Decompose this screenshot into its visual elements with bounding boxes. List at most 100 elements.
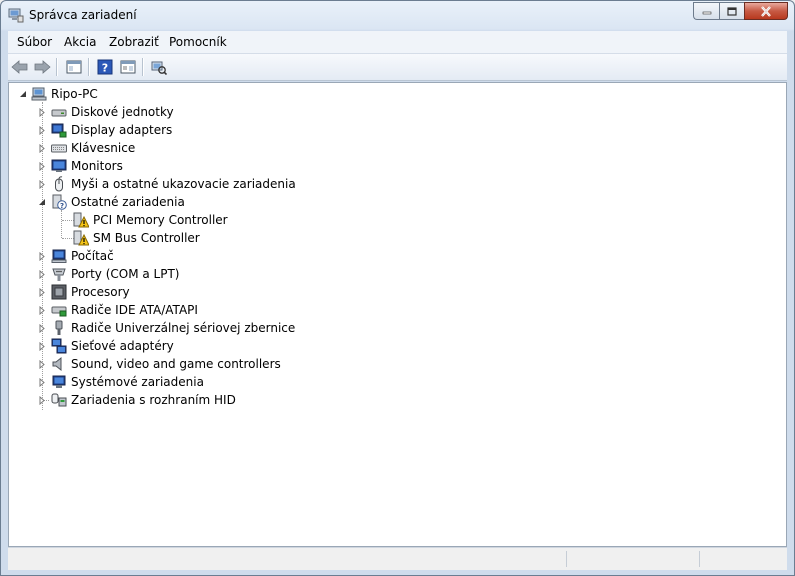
close-icon xyxy=(761,5,771,17)
close-button[interactable] xyxy=(744,2,788,20)
tree-item-label: Klávesnice xyxy=(71,141,136,155)
tree-item-label: Diskové jednotky xyxy=(71,105,174,119)
menu-action[interactable]: Akcia xyxy=(64,35,96,49)
expanded-arrow-icon[interactable] xyxy=(19,90,28,99)
mouse-icon xyxy=(55,176,63,192)
toolbar: ? xyxy=(8,54,787,81)
expanded-arrow-icon[interactable] xyxy=(38,198,47,207)
tree-item-label: Porty (COM a LPT) xyxy=(71,267,180,281)
tree-item-ide-controllers[interactable]: Radiče IDE ATA/ATAPI xyxy=(38,301,198,319)
port-icon xyxy=(52,268,66,281)
keyboard-icon xyxy=(51,144,67,153)
tree-item-label: Display adapters xyxy=(71,123,173,137)
tree-item-label: Monitors xyxy=(71,159,123,173)
tree-guide-line xyxy=(61,210,62,238)
show-hide-console-tree-button[interactable] xyxy=(65,58,83,76)
collapsed-arrow-icon[interactable] xyxy=(38,270,47,279)
warning-device-icon xyxy=(73,212,89,228)
sound-icon xyxy=(52,356,62,372)
tree-item-other-devices[interactable]: ? Ostatné zariadenia xyxy=(38,193,185,211)
tree-child-pci-memory-controller[interactable]: PCI Memory Controller xyxy=(73,211,228,229)
tree-item-label: PCI Memory Controller xyxy=(93,213,228,227)
menu-view[interactable]: Zobraziť xyxy=(109,35,159,49)
processor-icon xyxy=(51,284,67,300)
svg-text:?: ? xyxy=(102,62,108,75)
menu-help[interactable]: Pomocník xyxy=(169,35,227,49)
tree-item-keyboards[interactable]: Klávesnice xyxy=(38,139,135,157)
tree-item-display-adapters[interactable]: Display adapters xyxy=(38,121,172,139)
device-tree[interactable]: Ripo-PC Diskové jednotky Display adapter… xyxy=(8,82,787,547)
title-bar[interactable]: Správca zariadení xyxy=(1,1,794,31)
collapsed-arrow-icon[interactable] xyxy=(38,342,47,351)
unknown-device-icon: ? xyxy=(52,194,67,210)
toolbar-separator xyxy=(56,58,58,76)
tree-item-label: Procesory xyxy=(71,285,130,299)
scan-hardware-icon xyxy=(151,61,167,75)
ide-controller-icon xyxy=(51,306,67,317)
device-manager-window: Správca zariadení Súbor Akcia Zobraziť P… xyxy=(0,0,795,576)
display-adapter-icon xyxy=(51,123,67,138)
tree-item-disk-drives[interactable]: Diskové jednotky xyxy=(38,103,174,121)
collapsed-arrow-icon[interactable] xyxy=(38,108,47,117)
hid-icon xyxy=(51,393,67,407)
tree-item-label: Sound, video and game controllers xyxy=(71,357,281,371)
properties-button[interactable] xyxy=(119,58,137,76)
monitor-icon xyxy=(51,159,67,172)
tree-item-usb-controllers[interactable]: Radiče Univerzálnej sériovej zbernice xyxy=(38,319,295,337)
tree-item-computer[interactable]: Počítač xyxy=(38,247,114,265)
tree-item-label: SM Bus Controller xyxy=(93,231,200,245)
computer-icon xyxy=(51,249,67,263)
minimize-button[interactable] xyxy=(693,2,719,20)
tree-item-processors[interactable]: Procesory xyxy=(38,283,130,301)
tree-item-label: Myši a ostatné ukazovacie zariadenia xyxy=(71,177,296,191)
forward-button[interactable] xyxy=(33,58,51,76)
tree-item-sound-video-game[interactable]: Sound, video and game controllers xyxy=(38,355,281,373)
caption-buttons xyxy=(693,2,788,21)
show-hide-console-tree-icon xyxy=(66,60,82,74)
collapsed-arrow-icon[interactable] xyxy=(38,378,47,387)
collapsed-arrow-icon[interactable] xyxy=(38,252,47,261)
back-icon xyxy=(11,60,28,74)
collapsed-arrow-icon[interactable] xyxy=(38,396,47,405)
usb-icon xyxy=(55,320,63,335)
maximize-button[interactable] xyxy=(719,2,744,20)
tree-root-node[interactable]: Ripo-PC xyxy=(19,85,98,103)
tree-item-monitors[interactable]: Monitors xyxy=(38,157,123,175)
tree-item-hid-devices[interactable]: Zariadenia s rozhraním HID xyxy=(38,391,236,409)
tree-item-system-devices[interactable]: Systémové zariadenia xyxy=(38,373,204,391)
collapsed-arrow-icon[interactable] xyxy=(38,360,47,369)
svg-text:?: ? xyxy=(60,202,64,210)
tree-item-mice[interactable]: Myši a ostatné ukazovacie zariadenia xyxy=(38,175,296,193)
collapsed-arrow-icon[interactable] xyxy=(38,324,47,333)
collapsed-arrow-icon[interactable] xyxy=(38,162,47,171)
collapsed-arrow-icon[interactable] xyxy=(38,180,47,189)
warning-device-icon xyxy=(73,230,89,246)
collapsed-arrow-icon[interactable] xyxy=(38,144,47,153)
collapsed-arrow-icon[interactable] xyxy=(38,306,47,315)
maximize-icon xyxy=(727,6,737,16)
tree-item-label: Radiče Univerzálnej sériovej zbernice xyxy=(71,321,296,335)
back-button[interactable] xyxy=(11,58,29,76)
tree-item-ports[interactable]: Porty (COM a LPT) xyxy=(38,265,179,283)
collapsed-arrow-icon[interactable] xyxy=(38,126,47,135)
tree-root-label: Ripo-PC xyxy=(51,87,98,101)
menu-file[interactable]: Súbor xyxy=(17,35,52,49)
collapsed-arrow-icon[interactable] xyxy=(38,288,47,297)
help-button[interactable]: ? xyxy=(96,58,114,76)
scan-hardware-button[interactable] xyxy=(150,58,168,76)
status-cell xyxy=(566,551,699,567)
tree-child-sm-bus-controller[interactable]: SM Bus Controller xyxy=(73,229,200,247)
help-icon: ? xyxy=(97,59,113,75)
status-cell xyxy=(699,551,786,567)
toolbar-separator xyxy=(142,58,144,76)
status-bar xyxy=(8,547,787,570)
tree-item-label: Počítač xyxy=(71,249,114,263)
disk-drive-icon xyxy=(51,109,67,117)
window-title: Správca zariadení xyxy=(29,8,137,22)
network-adapter-icon xyxy=(51,338,67,354)
toolbar-separator xyxy=(88,58,90,76)
tree-item-label: Radiče IDE ATA/ATAPI xyxy=(71,303,198,317)
tree-item-network-adapters[interactable]: Sieťové adaptéry xyxy=(38,337,174,355)
properties-icon xyxy=(120,60,136,74)
tree-item-label: Systémové zariadenia xyxy=(71,375,204,389)
